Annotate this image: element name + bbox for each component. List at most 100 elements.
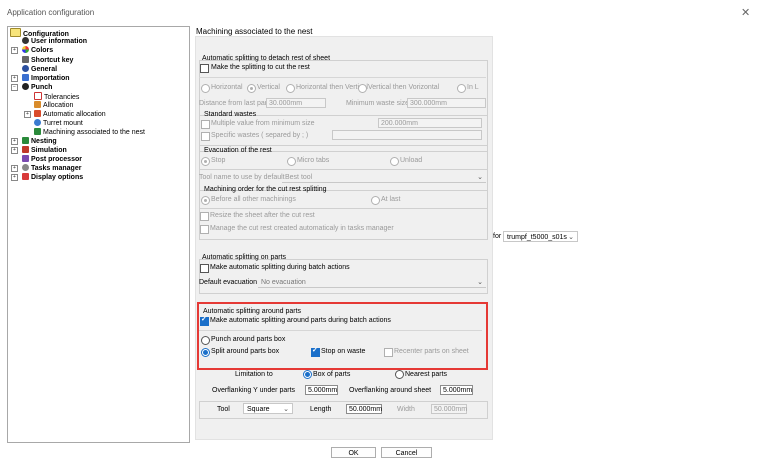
chevron-down-icon: ⌄ <box>283 406 289 413</box>
resize-checkbox[interactable] <box>200 212 209 221</box>
ok-button[interactable]: OK <box>331 447 376 458</box>
nesting-icon <box>22 137 29 144</box>
tool-label: Tool <box>217 406 230 413</box>
make-splitting-checkbox[interactable] <box>200 64 209 73</box>
make-splitting-label: Make the splitting to cut the rest <box>211 64 310 71</box>
evac-microtabs-radio[interactable] <box>287 157 296 166</box>
multiple-checkbox[interactable] <box>201 120 210 129</box>
post-processor-icon <box>22 155 29 162</box>
expand-icon[interactable]: + <box>11 147 18 154</box>
chevron-down-icon: ⌄ <box>477 279 483 286</box>
palette-icon <box>22 46 29 53</box>
evac-stop-radio[interactable] <box>201 157 210 166</box>
overflank-sheet-label: Overflanking around sheet <box>349 387 432 394</box>
expand-icon[interactable]: + <box>11 75 18 82</box>
punch-around-label: Punch around parts box <box>211 336 286 343</box>
split-parts-title: Automatic splitting on parts <box>202 254 287 261</box>
evac-unload-radio[interactable] <box>390 157 399 166</box>
split-around-label: Split around parts box <box>211 348 280 355</box>
manage-checkbox[interactable] <box>200 225 209 234</box>
limitation-label: Limitation to <box>235 371 273 378</box>
dir-l-radio[interactable] <box>457 84 466 93</box>
title-bar: Application configuration ✕ <box>0 0 759 24</box>
machine-combo[interactable]: trumpf_t5000_s01s ⌄ <box>503 231 578 242</box>
dir-vh-radio[interactable] <box>358 84 367 93</box>
overflank-y-field[interactable]: 5.000mm <box>305 385 338 395</box>
tree-item-nesting[interactable]: Nesting <box>22 137 57 146</box>
tasks-icon <box>22 164 29 171</box>
dir-vertical-radio[interactable] <box>247 84 256 93</box>
tree-item-display-options[interactable]: Display options <box>22 173 83 182</box>
tree-item-user-information[interactable]: User information <box>22 37 87 46</box>
expand-icon[interactable]: + <box>11 138 18 145</box>
split-parts-batch-label: Make automatic splitting during batch ac… <box>210 264 350 271</box>
length-field[interactable]: 50.000mm <box>346 404 382 414</box>
tolerance-icon <box>34 92 42 100</box>
tool-default-label: Tool name to use by default <box>199 174 285 181</box>
punch-around-radio[interactable] <box>201 336 210 345</box>
order-last-radio[interactable] <box>371 196 380 205</box>
config-tree[interactable]: Configuration User information + Colors … <box>7 26 190 443</box>
tree-item-shortcut-key[interactable]: Shortcut key <box>22 56 73 65</box>
tree-item-machining-nest[interactable]: Machining associated to the nest <box>34 128 145 137</box>
tool-default-combo[interactable]: Best tool ⌄ <box>282 172 486 183</box>
distance-label: Distance from last part <box>199 100 270 107</box>
length-label: Length <box>310 406 332 413</box>
min-waste-label: Minimum waste size <box>346 100 410 107</box>
import-icon <box>22 74 29 81</box>
split-around-radio[interactable] <box>201 348 210 357</box>
evac-stop-label: Stop <box>211 157 226 164</box>
split-around-batch-label: Make automatic splitting around parts du… <box>210 317 391 324</box>
manage-label: Manage the cut rest created automaticaly… <box>210 225 394 232</box>
tool-combo[interactable]: Square ⌄ <box>243 403 293 414</box>
panel-title: Machining associated to the nest <box>196 27 313 36</box>
close-icon[interactable]: ✕ <box>741 6 750 19</box>
collapse-icon[interactable]: − <box>11 84 18 91</box>
tree-item-importation[interactable]: Importation <box>22 74 70 83</box>
tree-item-post-processor[interactable]: Post processor <box>22 155 82 164</box>
dir-hv-radio[interactable] <box>286 84 295 93</box>
order-before-label: Before all other machinings <box>211 196 296 203</box>
tree-item-punch[interactable]: Punch <box>22 83 52 92</box>
recenter-checkbox[interactable] <box>384 348 393 357</box>
tree-item-automatic-allocation[interactable]: Automatic allocation <box>34 110 106 119</box>
machine-label: for <box>493 233 502 240</box>
split-around-title: Automatic splitting around parts <box>203 308 302 315</box>
default-evac-combo[interactable]: No evacuation ⌄ <box>258 277 486 288</box>
expand-icon[interactable]: + <box>24 111 31 118</box>
multiple-field[interactable]: 200.000mm <box>378 118 482 128</box>
tree-item-colors[interactable]: Colors <box>22 46 53 55</box>
stop-on-waste-checkbox[interactable] <box>311 346 320 357</box>
cancel-button[interactable]: Cancel <box>381 447 432 458</box>
order-before-radio[interactable] <box>201 196 210 205</box>
width-label: Width <box>397 406 415 413</box>
overflank-sheet-field[interactable]: 5.000mm <box>440 385 473 395</box>
distance-field[interactable]: 30.000mm <box>266 98 326 108</box>
display-icon <box>22 173 29 180</box>
min-waste-field[interactable]: 300.000mm <box>407 98 486 108</box>
specific-field[interactable] <box>332 130 482 140</box>
recenter-label: Recenter parts on sheet <box>394 348 469 355</box>
window-title: Application configuration <box>7 8 95 17</box>
chevron-down-icon: ⌄ <box>477 174 483 181</box>
specific-checkbox[interactable] <box>201 132 210 141</box>
expand-icon[interactable]: + <box>11 47 18 54</box>
tree-item-general[interactable]: General <box>22 65 57 74</box>
limit-nearest-radio[interactable] <box>395 370 404 379</box>
expand-icon[interactable]: + <box>11 165 18 172</box>
split-rest-title: Automatic splitting to detach rest of sh… <box>202 55 331 62</box>
auto-allocation-icon <box>34 110 41 117</box>
split-around-batch-checkbox[interactable] <box>200 315 209 326</box>
tree-item-turret-mount[interactable]: Turret mount <box>34 119 83 128</box>
tree-item-tasks-manager[interactable]: Tasks manager <box>22 164 81 173</box>
multiple-label: Multiple value from minimum size <box>211 120 315 127</box>
width-field[interactable]: 50.000mm <box>431 404 467 414</box>
resize-label: Resize the sheet after the cut rest <box>210 212 315 219</box>
limit-box-radio[interactable] <box>303 370 312 379</box>
tree-item-simulation[interactable]: Simulation <box>22 146 67 155</box>
split-parts-batch-checkbox[interactable] <box>200 264 209 273</box>
dir-horizontal-radio[interactable] <box>201 84 210 93</box>
tree-item-allocation[interactable]: Allocation <box>34 101 73 110</box>
expand-icon[interactable]: + <box>11 174 18 181</box>
divider <box>199 330 482 331</box>
